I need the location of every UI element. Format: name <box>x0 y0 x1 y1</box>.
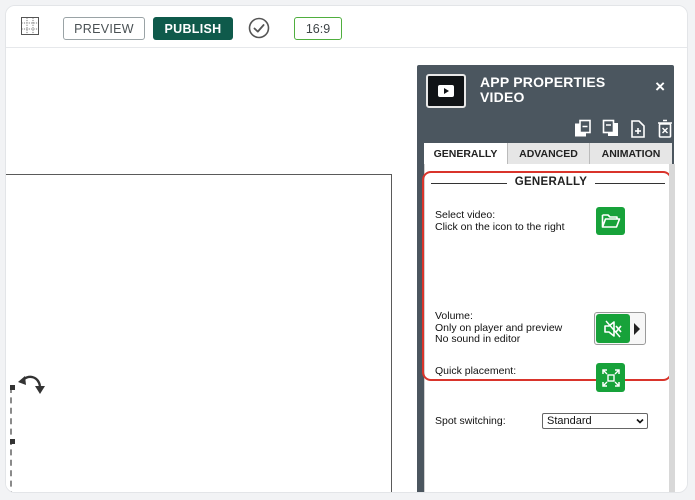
grid-icon[interactable] <box>21 17 39 35</box>
muted-speaker-icon <box>604 320 622 337</box>
tab-animation[interactable]: ANIMATION <box>590 143 672 164</box>
paste-icon[interactable] <box>602 119 620 139</box>
check-circle-icon[interactable] <box>248 17 270 39</box>
resize-handle[interactable] <box>10 385 15 390</box>
panel-header: APP PROPERTIES VIDEO × <box>417 65 674 108</box>
mute-button[interactable] <box>596 314 630 343</box>
tab-advanced[interactable]: ADVANCED <box>508 143 590 164</box>
volume-expand-arrow[interactable] <box>634 323 640 335</box>
chevron-down-icon <box>636 418 644 424</box>
panel-title: APP PROPERTIES VIDEO <box>480 74 606 105</box>
volume-label: Volume: Only on player and preview No so… <box>435 310 563 345</box>
duplicate-icon[interactable] <box>629 119 647 139</box>
volume-control[interactable] <box>594 312 646 345</box>
app-properties-panel: APP PROPERTIES VIDEO × GENERALLY ADVANCE… <box>417 65 675 492</box>
quick-placement-label: Quick placement: <box>435 365 517 377</box>
quick-placement-button[interactable] <box>596 363 625 392</box>
top-toolbar: PREVIEW PUBLISH 16:9 <box>6 6 687 48</box>
panel-body: GENERALLY Select video: Click on the ico… <box>422 164 672 492</box>
spot-switching-select[interactable]: Standard <box>542 413 648 429</box>
copy-icon[interactable] <box>574 119 592 139</box>
aspect-ratio-button[interactable]: 16:9 <box>294 17 342 40</box>
preview-button[interactable]: PREVIEW <box>63 17 145 40</box>
close-icon[interactable]: × <box>655 78 665 95</box>
video-app-icon <box>426 74 466 108</box>
panel-scrollbar[interactable] <box>669 164 675 492</box>
slide-area[interactable] <box>6 174 392 492</box>
publish-button[interactable]: PUBLISH <box>153 17 233 40</box>
select-video-label: Select video: Click on the icon to the r… <box>435 209 565 233</box>
expand-icon <box>601 368 620 387</box>
folder-open-icon <box>601 214 620 228</box>
delete-icon[interactable] <box>656 119 674 139</box>
rotate-icon[interactable] <box>16 372 46 400</box>
section-title: GENERALLY <box>514 176 588 188</box>
spot-switching-label: Spot switching: <box>435 415 506 427</box>
generally-section-highlight <box>422 171 672 381</box>
panel-tabs: GENERALLY ADVANCED ANIMATION <box>424 143 672 164</box>
panel-action-icons <box>554 119 674 141</box>
select-video-button[interactable] <box>596 207 625 235</box>
tab-generally[interactable]: GENERALLY <box>424 143 508 164</box>
app-frame: PREVIEW PUBLISH 16:9 APP PROPERTIES VIDE… <box>5 5 688 493</box>
resize-handle[interactable] <box>10 439 15 444</box>
